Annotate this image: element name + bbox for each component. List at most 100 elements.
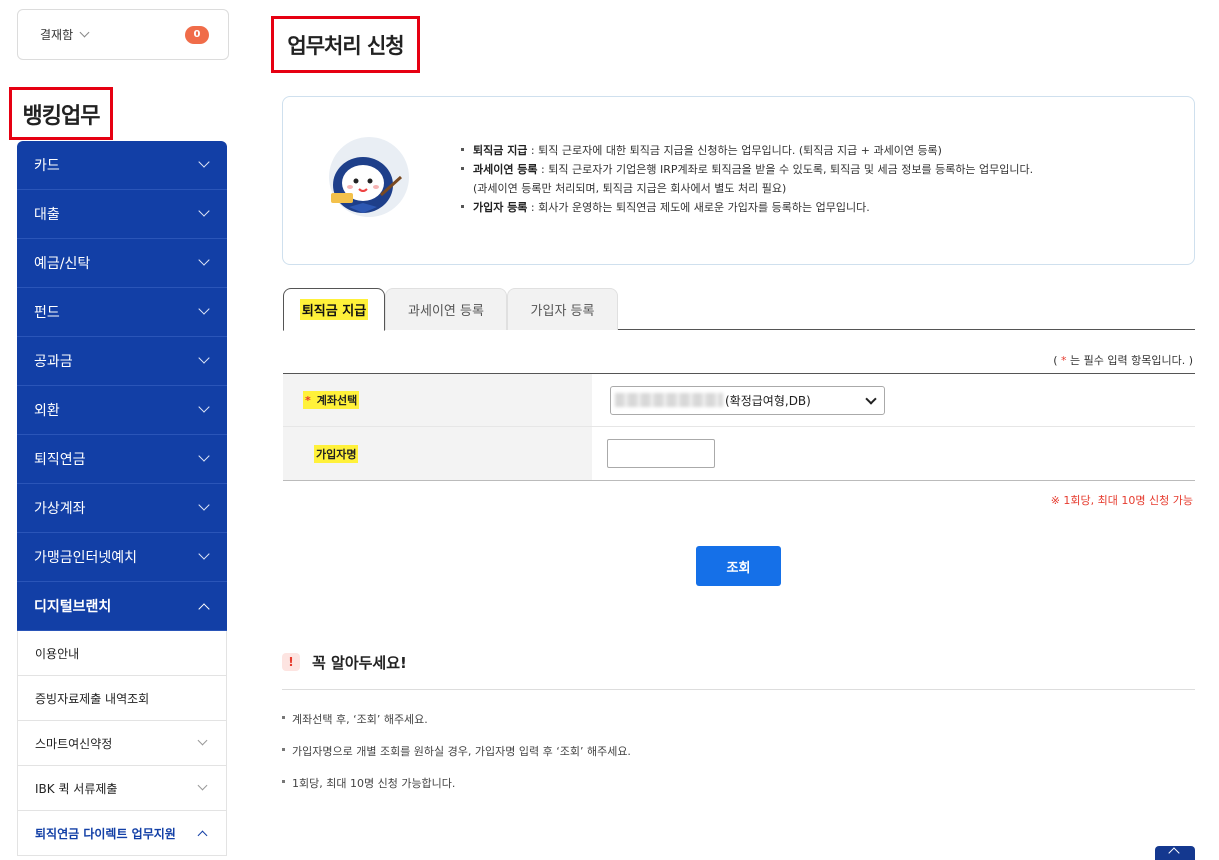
info-item: 가입자 등록 : 회사가 운영하는 퇴직연금 제도에 새로운 가입자를 등록하는… — [461, 198, 1033, 217]
submenu-item-smart-loan[interactable]: 스마트여신약정 — [17, 721, 227, 766]
info-box: 퇴직금 지급 : 퇴직 근로자에 대한 퇴직금 지급을 신청하는 업무입니다. … — [282, 96, 1195, 265]
sidebar-item-virtual-account[interactable]: 가상계좌 — [17, 484, 227, 533]
sidebar-item-label: 대출 — [34, 207, 60, 223]
info-term: 과세이연 등록 — [473, 163, 538, 176]
approval-count-badge: 0 — [185, 26, 209, 44]
chevron-down-icon — [79, 27, 90, 38]
info-text: (과세이연 등록만 처리되며, 퇴직금 지급은 회사에서 별도 처리 필요) — [473, 182, 787, 195]
scroll-top-button[interactable] — [1155, 846, 1195, 860]
sidebar-item-utility[interactable]: 공과금 — [17, 337, 227, 386]
tab-retirement-payment[interactable]: 퇴직금 지급 — [283, 288, 385, 331]
info-term: 가입자 등록 — [473, 201, 528, 214]
sidebar-item-forex[interactable]: 외환 — [17, 386, 227, 435]
notice-item: 계좌선택 후, ‘조회’ 해주세요. — [282, 710, 631, 742]
chevron-down-icon — [198, 156, 210, 168]
info-item: 퇴직금 지급 : 퇴직 근로자에 대한 퇴직금 지급을 신청하는 업무입니다. … — [461, 141, 1033, 160]
notice-item: 가입자명으로 개별 조회를 원하실 경우, 가입자명 입력 후 ‘조회’ 해주세… — [282, 742, 631, 774]
approval-box[interactable]: 결재함 0 — [17, 9, 229, 60]
sidebar-item-fund[interactable]: 펀드 — [17, 288, 227, 337]
submenu-item-label: IBK 퀵 서류제출 — [35, 781, 118, 796]
sidebar-item-card[interactable]: 카드 — [17, 141, 227, 190]
sidebar-title: 뱅킹업무 — [9, 87, 113, 140]
account-select-value: (확정급여형,DB) — [725, 393, 811, 408]
submenu-item-label: 증빙자료제출 내역조회 — [35, 691, 150, 706]
account-label-text: 계좌선택 — [316, 394, 358, 407]
chevron-down-icon — [197, 735, 208, 746]
tab-bar: 퇴직금 지급 과세이연 등록 가입자 등록 — [283, 288, 1195, 331]
name-value-cell — [592, 427, 1195, 480]
account-label-highlight: * 계좌선택 — [303, 391, 360, 409]
required-star: * — [305, 394, 311, 407]
account-value-cell: (확정급여형,DB) — [592, 374, 1195, 426]
chevron-up-icon — [197, 830, 208, 841]
form-table: * 계좌선택 (확정급여형,DB) 가입자명 — [283, 373, 1195, 481]
form-row-account: * 계좌선택 (확정급여형,DB) — [283, 374, 1195, 427]
notice-item: 1회당, 최대 10명 신청 가능합니다. — [282, 774, 631, 806]
notice-title: 꼭 알아두세요! — [312, 654, 407, 672]
info-item: 과세이연 등록 : 퇴직 근로자가 기업은행 IRP계좌로 퇴직금을 받을 수 … — [461, 160, 1033, 179]
submenu-item-ibk-quick[interactable]: IBK 퀵 서류제출 — [17, 766, 227, 811]
chevron-down-icon — [197, 780, 208, 791]
chevron-up-icon — [198, 603, 210, 615]
member-name-input[interactable] — [607, 439, 715, 468]
info-text: : 퇴직 근로자가 기업은행 IRP계좌로 퇴직금을 받을 수 있도록, 퇴직금… — [537, 163, 1034, 176]
tab-label: 과세이연 등록 — [408, 304, 484, 319]
page-title: 업무처리 신청 — [271, 16, 420, 73]
chevron-down-icon — [198, 401, 210, 413]
submenu-item-evidence[interactable]: 증빙자료제출 내역조회 — [17, 676, 227, 721]
sidebar-item-digital-branch[interactable]: 디지털브랜치 — [17, 582, 227, 631]
submenu-item-guide[interactable]: 이용안내 — [17, 631, 227, 676]
tab-label: 퇴직금 지급 — [299, 299, 369, 320]
chevron-down-icon — [865, 392, 877, 405]
form-row-name: 가입자명 — [283, 427, 1195, 480]
sidebar-item-label: 예금/신탁 — [34, 256, 91, 272]
sidebar-item-deposit[interactable]: 예금/신탁 — [17, 239, 227, 288]
mascot-icon — [329, 137, 409, 217]
sidebar-item-label: 펀드 — [34, 305, 60, 321]
info-list: 퇴직금 지급 : 퇴직 근로자에 대한 퇴직금 지급을 신청하는 업무입니다. … — [461, 141, 1033, 217]
sidebar-menu: 카드 대출 예금/신탁 펀드 공과금 외환 퇴직연금 가상계좌 가맹금인터넷예치… — [17, 141, 227, 856]
approval-label: 결재함 — [40, 28, 74, 42]
chevron-down-icon — [198, 450, 210, 462]
submenu-item-pension-direct[interactable]: 퇴직연금 다이렉트 업무지원 — [17, 811, 227, 856]
sidebar-item-label: 카드 — [34, 158, 60, 174]
chevron-up-icon — [1168, 847, 1180, 859]
info-item: (과세이연 등록만 처리되며, 퇴직금 지급은 회사에서 별도 처리 필요) — [461, 179, 1033, 198]
info-text: : 회사가 운영하는 퇴직연금 제도에 새로운 가입자를 등록하는 업무입니다. — [527, 201, 870, 214]
search-button[interactable]: 조회 — [696, 546, 781, 586]
submenu-item-label: 이용안내 — [35, 646, 80, 661]
tab-label: 가입자 등록 — [530, 304, 595, 319]
alert-icon: ! — [282, 653, 300, 671]
sidebar-item-label: 가상계좌 — [34, 501, 86, 517]
required-note-text: 는 필수 입력 항목입니다. ) — [1066, 354, 1193, 367]
account-label: * 계좌선택 — [283, 374, 592, 426]
name-label: 가입자명 — [283, 427, 592, 480]
name-label-text: 가입자명 — [314, 444, 359, 463]
masked-account-number — [615, 393, 723, 407]
submenu-item-label: 퇴직연금 다이렉트 업무지원 — [35, 826, 176, 841]
sidebar-item-label: 디지털브랜치 — [34, 599, 112, 615]
limit-note: ※ 1회당, 최대 10명 신청 가능 — [1050, 494, 1193, 507]
chevron-down-icon — [198, 548, 210, 560]
notice-header: ! 꼭 알아두세요! — [282, 650, 1195, 690]
tab-member-registration[interactable]: 가입자 등록 — [507, 288, 618, 330]
chevron-down-icon — [198, 205, 210, 217]
required-note-open: ( — [1053, 354, 1062, 367]
submenu-item-label: 스마트여신약정 — [35, 736, 113, 751]
chevron-down-icon — [198, 499, 210, 511]
sidebar-item-pension[interactable]: 퇴직연금 — [17, 435, 227, 484]
info-term: 퇴직금 지급 — [473, 144, 528, 157]
chevron-down-icon — [198, 352, 210, 364]
sidebar-item-label: 공과금 — [34, 354, 73, 370]
sidebar-item-label: 퇴직연금 — [34, 452, 86, 468]
required-note: ( * 는 필수 입력 항목입니다. ) — [1053, 352, 1193, 368]
tab-tax-deferral[interactable]: 과세이연 등록 — [385, 288, 507, 330]
chevron-down-icon — [198, 254, 210, 266]
sidebar-item-loan[interactable]: 대출 — [17, 190, 227, 239]
sidebar-item-label: 외환 — [34, 403, 60, 419]
sidebar-item-franchise[interactable]: 가맹금인터넷예치 — [17, 533, 227, 582]
notice-list: 계좌선택 후, ‘조회’ 해주세요. 가입자명으로 개별 조회를 원하실 경우,… — [282, 710, 631, 806]
chevron-down-icon — [198, 303, 210, 315]
sidebar-item-label: 가맹금인터넷예치 — [34, 550, 138, 566]
account-select[interactable]: (확정급여형,DB) — [610, 385, 885, 415]
